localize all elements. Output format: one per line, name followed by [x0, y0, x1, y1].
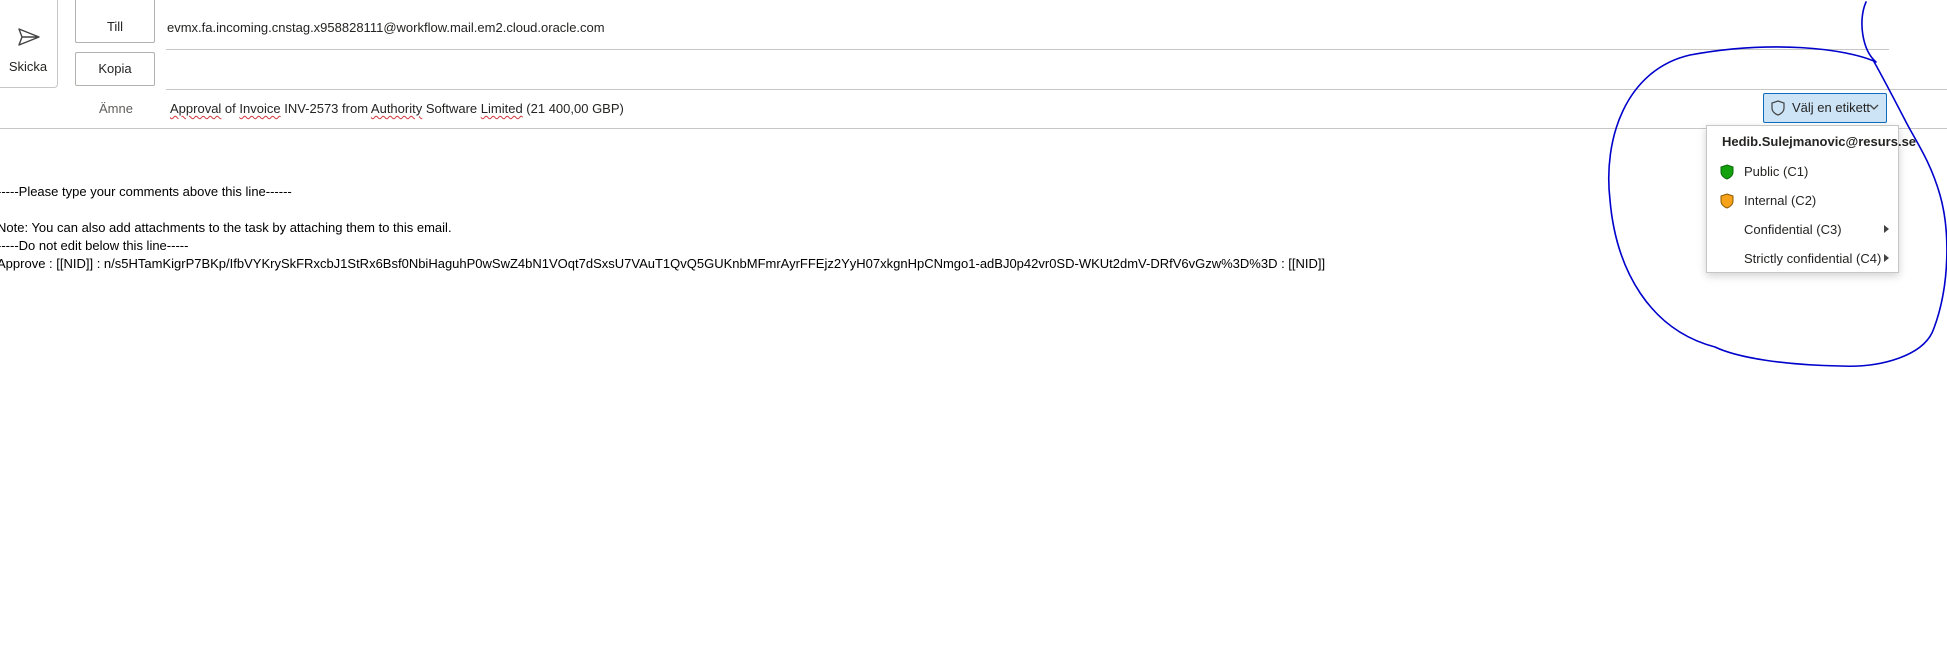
subject-text: of: [221, 101, 240, 116]
green-shield-icon: [1720, 164, 1734, 180]
cc-button[interactable]: Kopia: [75, 52, 155, 86]
chevron-down-icon: [1869, 104, 1879, 110]
to-field-underline: [166, 49, 1889, 50]
submenu-arrow-icon: [1884, 225, 1889, 233]
menu-item-label: Strictly confidential (C4): [1744, 251, 1882, 266]
subject-word: Invoice: [239, 101, 281, 116]
menu-account-header: Hedib.Sulejmanovic@resurs.se: [1722, 134, 1917, 149]
cc-field-underline: [166, 89, 1947, 90]
menu-item-label: Confidential (C3): [1744, 222, 1842, 237]
cc-label: Kopia: [98, 61, 132, 76]
menu-item-strictly-confidential[interactable]: Strictly confidential (C4): [1707, 245, 1898, 273]
menu-item-label: Internal (C2): [1744, 193, 1817, 208]
to-button[interactable]: Till: [75, 0, 155, 43]
orange-shield-icon: [1720, 193, 1734, 209]
subject-word: Authority: [370, 101, 423, 116]
menu-item-label: Public (C1): [1744, 164, 1809, 179]
subject-word: Approval: [170, 101, 222, 116]
sensitivity-menu: Hedib.Sulejmanovic@resurs.se Public (C1)…: [1706, 125, 1916, 273]
subject-input[interactable]: Approval of Invoice INV-2573 from Author…: [170, 101, 624, 116]
annotation-circle: [1607, 1, 1947, 367]
body-line: -----Please type your comments above thi…: [0, 184, 292, 199]
menu-item-public[interactable]: Public (C1): [1707, 158, 1898, 186]
subject-text: Software: [422, 101, 481, 116]
sensitivity-label-button[interactable]: Välj en etikett: [1763, 93, 1887, 123]
shield-icon: [1771, 100, 1785, 116]
send-label: Skicka: [8, 59, 48, 74]
menu-item-confidential[interactable]: Confidential (C3): [1707, 216, 1898, 244]
sensitivity-label-text: Välj en etikett: [1792, 100, 1871, 115]
subject-label: Ämne: [99, 101, 133, 116]
to-recipient[interactable]: evmx.fa.incoming.cnstag.x958828111@workf…: [167, 20, 605, 35]
send-button[interactable]: Skicka: [0, 0, 58, 88]
menu-item-internal[interactable]: Internal (C2): [1707, 187, 1898, 215]
subject-text: (21 400,00 GBP): [522, 101, 624, 116]
body-line: Note: You can also add attachments to th…: [0, 220, 452, 235]
send-icon: [18, 28, 40, 46]
submenu-arrow-icon: [1884, 254, 1889, 262]
subject-underline: [0, 128, 1947, 129]
body-line: Approve : [[NID]] : n/s5HTamKigrP7BKp/If…: [0, 256, 1326, 271]
to-label: Till: [106, 19, 124, 34]
subject-word: Limited: [480, 101, 523, 116]
body-line: -----Do not edit below this line-----: [0, 238, 189, 253]
subject-text: INV-2573 from: [280, 101, 371, 116]
